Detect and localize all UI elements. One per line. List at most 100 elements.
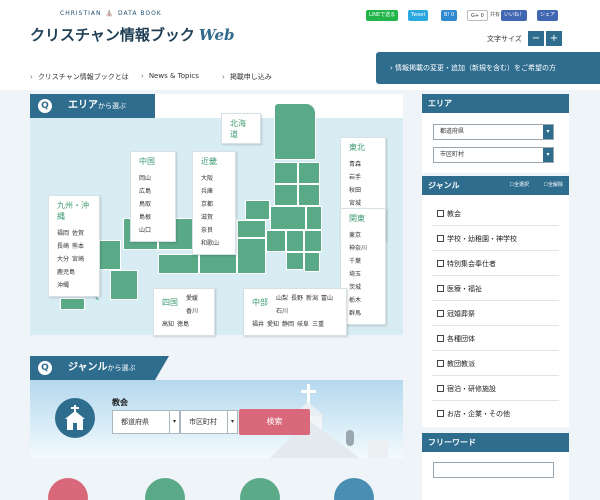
pref-link[interactable]: 栃木 [349,294,361,307]
map-pref-shikoku[interactable] [158,254,199,274]
pref-link[interactable]: 岐阜 [297,318,309,331]
map-pref-hokkaido[interactable] [274,103,316,160]
genre-checkbox-medical[interactable]: 医療・福祉 [437,284,482,294]
checkbox-icon[interactable] [437,385,444,392]
map-pref-saitama[interactable] [286,252,304,270]
genre-pref-select[interactable]: 都道府県 ▾ [112,410,180,434]
deselect-all-button[interactable]: ☐全解除 [544,176,564,195]
pref-link[interactable]: 香川 [186,305,198,318]
checkbox-icon[interactable] [437,235,444,242]
pref-link[interactable]: 山口 [139,224,151,237]
font-size-minus-button[interactable]: − [528,31,544,46]
genre-checkbox-denomination[interactable]: 教団教派 [437,359,475,369]
like-button[interactable]: いいね！ [501,10,528,21]
line-share-button[interactable]: LINEで送る [366,10,399,21]
pref-link[interactable]: 岩手 [349,171,361,184]
pref-link[interactable]: 京都 [201,198,213,211]
pref-link[interactable]: 徳島 [177,318,189,331]
select-all-button[interactable]: ☐全選択 [510,176,530,195]
checkbox-icon[interactable] [437,210,444,217]
pref-link[interactable]: 沖縄 [57,279,69,292]
sidebar-pref-select[interactable]: 都道府県 ▾ [433,124,554,140]
map-pref-miyagi[interactable] [298,184,320,206]
checkbox-icon[interactable] [437,260,444,267]
pref-link[interactable]: 奈良 [201,224,213,237]
region-chubu[interactable]: 中部 山梨 長野 新潟 富山石川 福井 愛知 静岡 岐阜 三重 [243,288,347,336]
pref-link[interactable]: 鳥取 [139,198,151,211]
map-pref-aomori[interactable] [274,162,298,184]
region-kyushu[interactable]: 九州・沖縄 福岡 佐賀 長崎 熊本 大分 宮崎 鹿児島沖縄 [48,195,100,297]
checkbox-icon[interactable] [437,285,444,292]
checkbox-icon[interactable] [437,335,444,342]
pref-link[interactable]: 佐賀 [72,227,84,240]
pref-link[interactable]: 宮崎 [72,253,84,266]
group-category-icon[interactable] [334,478,374,500]
genre-city-select[interactable]: 市区町村 ▾ [180,410,238,434]
genre-checkbox-ceremony[interactable]: 冠婚葬祭 [437,309,475,319]
site-logo[interactable]: クリスチャン情報ブック Web [30,24,235,45]
pref-link[interactable]: 埼玉 [349,268,361,281]
map-pref-gifu[interactable] [237,238,266,274]
pref-link[interactable]: 秋田 [349,184,361,197]
info-change-cta[interactable]: › 情報掲載の変更・追加（新規を含む）をご希望の方 [376,52,600,84]
nav-apply[interactable]: 掲載申し込み [222,72,272,82]
pref-link[interactable]: 新潟 [306,292,318,305]
pref-link[interactable]: 三重 [312,318,324,331]
pref-link[interactable]: 熊本 [72,240,84,253]
search-button[interactable]: 検索 [239,409,310,435]
genre-checkbox-shops[interactable]: お店・企業・その他 [437,409,510,419]
pref-link[interactable]: 和歌山 [201,237,219,250]
pref-link[interactable]: 滋賀 [201,211,213,224]
pref-link[interactable]: 大阪 [201,172,213,185]
pref-link[interactable]: 長崎 [57,240,69,253]
region-shikoku[interactable]: 四国 愛媛香川 高知 徳島 [153,288,215,336]
pref-link[interactable]: 大分 [57,253,69,266]
map-pref-iwate[interactable] [298,162,320,184]
pref-link[interactable]: 群馬 [349,307,361,320]
gplus-button[interactable]: G+ 0 [467,10,488,21]
genre-checkbox-groups[interactable]: 各種団体 [437,334,475,344]
fb-share-button[interactable]: シェア [537,10,559,21]
region-kinki[interactable]: 近畿 大阪兵庫 京都滋賀 奈良和歌山 [192,151,236,255]
checkbox-icon[interactable] [437,410,444,417]
nav-news[interactable]: News & Topics [141,72,199,80]
region-hokkaido[interactable]: 北海道 [221,113,261,144]
genre-checkbox-special[interactable]: 特別集会奉仕者 [437,259,496,269]
pref-link[interactable]: 石川 [276,305,288,318]
school-category-icon[interactable] [48,478,88,500]
freeword-input[interactable] [433,462,554,478]
pref-link[interactable]: 岡山 [139,172,151,185]
font-size-plus-button[interactable]: + [546,31,562,46]
music-category-icon[interactable] [145,478,185,500]
genre-checkbox-school[interactable]: 学校・幼稚園・神学校 [437,234,517,244]
pref-link[interactable]: 千葉 [349,255,361,268]
hatena-button[interactable]: B! 0 [441,10,458,21]
map-pref-chiba[interactable] [304,252,320,272]
genre-checkbox-lodging[interactable]: 宿泊・研修施設 [437,384,496,394]
map-pref-niigata[interactable] [270,206,306,230]
map-pref-kumamoto[interactable] [110,270,138,300]
pref-link[interactable]: 福岡 [57,227,69,240]
medical-category-icon[interactable] [240,478,280,500]
pref-link[interactable]: 長野 [291,292,303,305]
pref-link[interactable]: 鹿児島 [57,266,75,279]
pref-link[interactable]: 神奈川 [349,242,367,255]
map-pref-tochigi[interactable] [304,230,322,252]
map-pref-gunma[interactable] [286,230,304,252]
pref-link[interactable]: 愛知 [267,318,279,331]
pref-link[interactable]: 東京 [349,229,361,242]
pref-link[interactable]: 広島 [139,185,151,198]
map-pref-nagano[interactable] [266,230,286,252]
tweet-button[interactable]: Tweet [408,10,429,21]
checkbox-icon[interactable] [437,360,444,367]
nav-about[interactable]: クリスチャン情報ブックとは [30,72,129,82]
pref-link[interactable]: 福井 [252,318,264,331]
pref-link[interactable]: 島根 [139,211,151,224]
sidebar-city-select[interactable]: 市区町村 ▾ [433,147,554,163]
pref-link[interactable]: 高知 [162,318,174,331]
genre-checkbox-church[interactable]: 教会 [437,209,461,219]
map-pref-akita[interactable] [274,184,298,206]
map-pref-ishikawa[interactable] [237,220,266,238]
pref-link[interactable]: 静岡 [282,318,294,331]
pref-link[interactable]: 愛媛 [186,292,198,305]
